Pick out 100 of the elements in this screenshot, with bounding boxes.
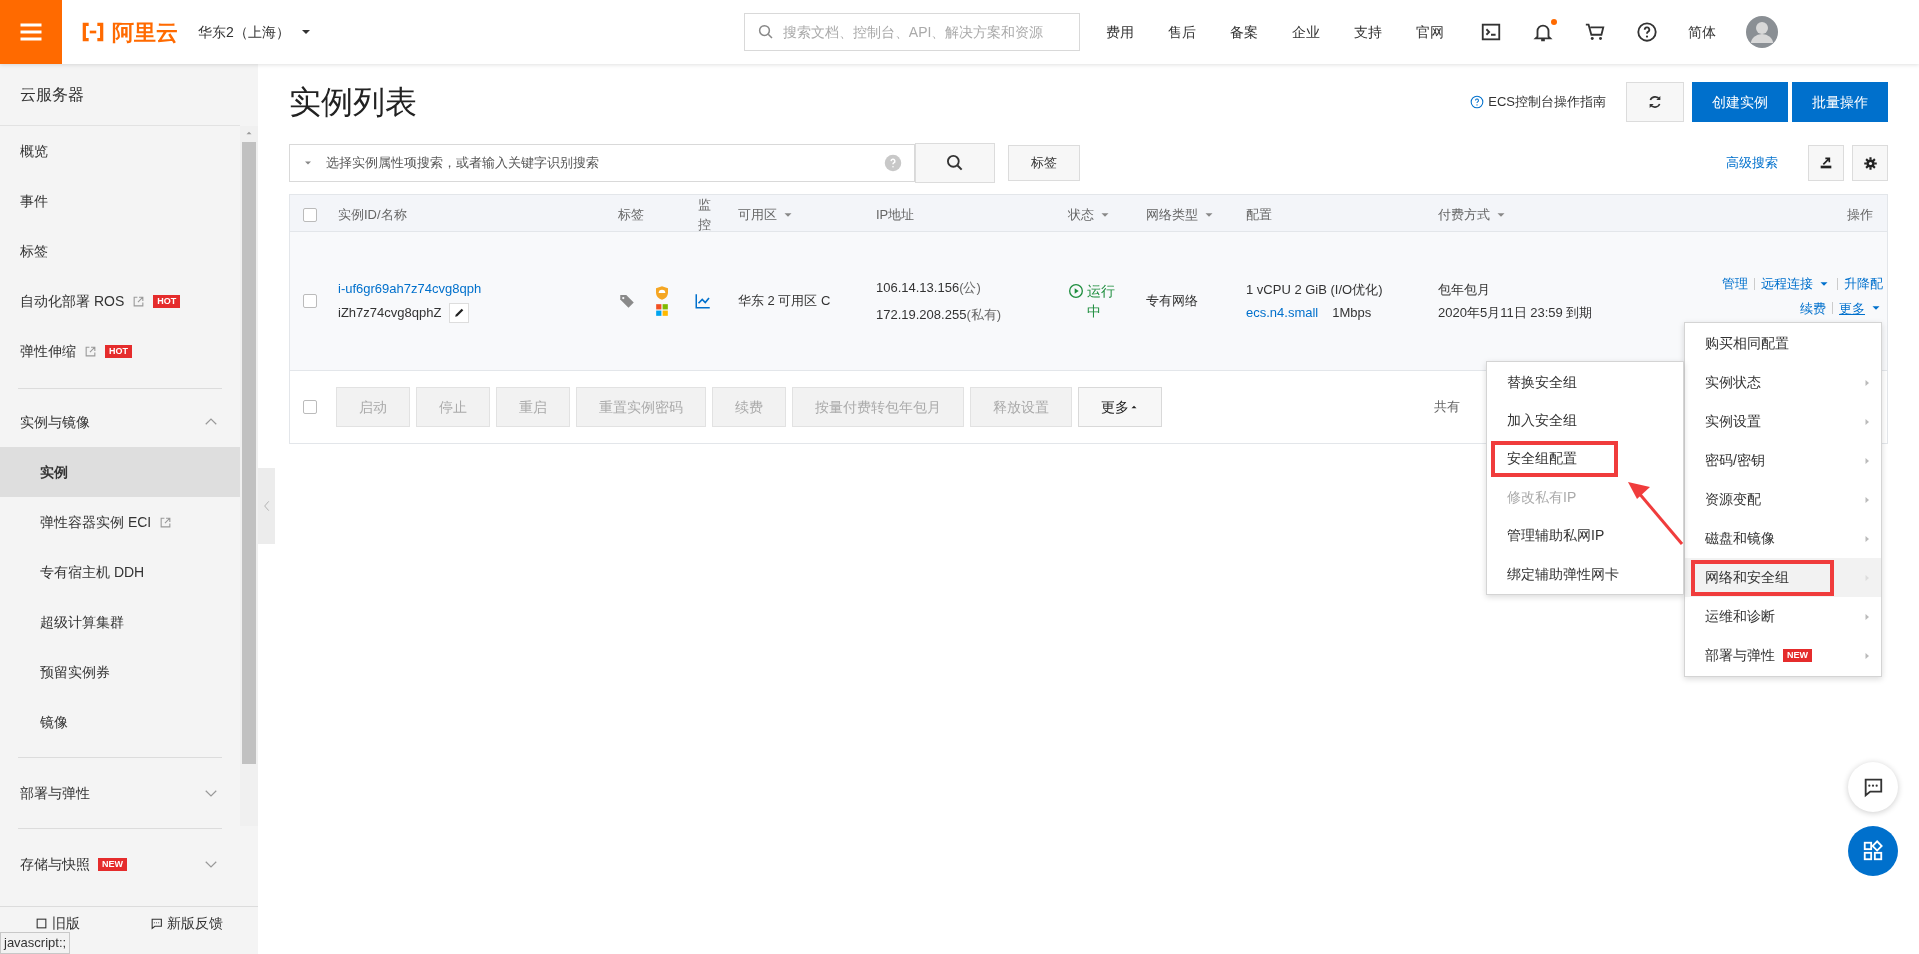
nav-link[interactable]: 官网 xyxy=(1415,21,1444,43)
sidebar-item[interactable]: 自动化部署 ROS HOT xyxy=(0,276,240,326)
menu-item[interactable]: 购买相同配置 xyxy=(1691,325,1803,362)
instance-name: iZh7z74cvg8qphZ xyxy=(338,304,442,322)
cart-icon[interactable] xyxy=(1583,21,1606,43)
chart-icon[interactable] xyxy=(694,292,712,310)
edit-button[interactable] xyxy=(449,302,470,323)
column-header: 配置 xyxy=(1246,205,1272,224)
nav-link[interactable]: 费用 xyxy=(1105,21,1134,43)
nav-link[interactable]: 售后 xyxy=(1167,21,1196,43)
search-input[interactable]: 选择实例属性项搜索，或者输入关键字识别搜索 xyxy=(326,153,872,173)
action-button[interactable]: 更多 xyxy=(1078,387,1162,427)
menu-item[interactable]: 安全组配置 xyxy=(1491,440,1618,477)
chat-button[interactable] xyxy=(1848,762,1898,812)
billing-type: 包年包月 xyxy=(1438,281,1491,299)
sidebar-item[interactable]: 标签 xyxy=(0,226,240,276)
sidebar-item[interactable]: 镜像 xyxy=(0,697,240,747)
badge: HOT xyxy=(105,344,132,358)
sidebar-item[interactable]: 概览 xyxy=(0,126,240,176)
play-status-icon xyxy=(1068,283,1084,299)
sidebar-item[interactable]: 弹性容器实例 ECI xyxy=(0,497,240,547)
sidebar-footer-link[interactable]: 新版反馈 xyxy=(150,913,223,934)
menu-item[interactable]: 绑定辅助弹性网卡 xyxy=(1491,556,1635,593)
menu-item[interactable]: 替换安全组 xyxy=(1491,364,1593,401)
menu-item[interactable]: 实例设置 xyxy=(1691,403,1775,440)
zone-text: 华东 2 可用区 C xyxy=(738,293,831,309)
instance-type-link[interactable]: ecs.n4.small xyxy=(1246,302,1319,322)
menu-item[interactable]: 管理辅助私网IP xyxy=(1491,517,1621,554)
column-header[interactable]: 网络类型 xyxy=(1146,204,1216,225)
advanced-search-link[interactable]: 高级搜索 xyxy=(1726,153,1778,173)
sidebar-item[interactable]: 事件 xyxy=(0,176,240,226)
nav-link[interactable]: 支持 xyxy=(1353,21,1382,43)
checkbox[interactable] xyxy=(303,294,317,308)
primary-button[interactable]: 创建实例 xyxy=(1692,82,1788,122)
apps-button[interactable] xyxy=(1848,826,1898,876)
sidebar-item[interactable]: 实例 xyxy=(0,447,240,497)
search-field[interactable]: 搜索文档、控制台、API、解决方案和资源 xyxy=(743,13,1080,51)
refresh-button[interactable] xyxy=(1626,82,1684,122)
column-header[interactable]: 付费方式 xyxy=(1438,204,1508,225)
window-icon xyxy=(35,917,48,930)
action-link[interactable]: 升降配 xyxy=(1844,274,1883,294)
sidebar-item[interactable]: 超级计算集群 xyxy=(0,597,240,647)
nav-link[interactable]: 企业 xyxy=(1291,21,1320,43)
help-icon xyxy=(1470,95,1485,109)
menu-item[interactable]: 资源变配 xyxy=(1691,481,1775,518)
action-link[interactable]: 续费 xyxy=(1800,298,1826,318)
collapse-handle[interactable] xyxy=(258,468,275,544)
action-link[interactable]: 远程连接 xyxy=(1761,274,1831,294)
tag-button[interactable]: 标签 xyxy=(1008,145,1080,181)
avatar[interactable] xyxy=(1745,16,1778,48)
export-button[interactable] xyxy=(1808,145,1844,181)
sidebar-footer-link[interactable]: 旧版 xyxy=(35,913,80,934)
public-ip: 106.14.13.156(公) xyxy=(876,278,982,297)
sidebar-group[interactable]: 实例与镜像 xyxy=(0,397,240,447)
search-field[interactable]: 选择实例属性项搜索，或者输入关键字识别搜索 xyxy=(289,144,915,182)
menu-item[interactable]: 磁盘和镜像 xyxy=(1691,520,1789,557)
chat-icon xyxy=(150,917,163,930)
search-icon xyxy=(756,23,775,41)
network-type: 专有网络 xyxy=(1146,293,1198,309)
guide-link[interactable]: ECS控制台操作指南 xyxy=(1470,92,1606,112)
column-header[interactable]: 状态 xyxy=(1068,204,1112,225)
status-tooltip: javascript:; xyxy=(0,932,71,954)
menu-item[interactable]: 运维和诊断 xyxy=(1691,598,1789,635)
search-button[interactable] xyxy=(915,143,995,183)
menu-item[interactable]: 密码/密钥 xyxy=(1691,442,1779,479)
sidebar-item[interactable]: 专有宿主机 DDH xyxy=(0,547,240,597)
sidebar-group[interactable]: 部署与弹性 xyxy=(0,768,240,818)
sidebar-title: 云服务器 xyxy=(0,64,240,126)
refresh-icon xyxy=(1647,94,1663,110)
column-header: 实例ID/名称 xyxy=(338,205,407,224)
action-link[interactable]: 更多 xyxy=(1839,298,1883,318)
menu-button[interactable] xyxy=(0,0,62,64)
menu-item[interactable]: 网络和安全组 xyxy=(1691,559,1834,596)
help-icon[interactable] xyxy=(1635,21,1658,43)
action-link[interactable]: 管理 xyxy=(1722,274,1748,294)
checkbox[interactable] xyxy=(303,207,317,222)
search-input[interactable]: 搜索文档、控制台、API、解决方案和资源 xyxy=(782,21,1067,43)
menu-item[interactable]: 加入安全组 xyxy=(1491,402,1593,439)
badge: HOT xyxy=(153,294,181,308)
sidebar-group[interactable]: 存储与快照 NEW xyxy=(0,839,240,889)
menu-item[interactable]: 部署与弹性 NEW xyxy=(1691,637,1826,674)
sidebar-item[interactable]: 预留实例券 xyxy=(0,647,240,697)
terminal-icon[interactable] xyxy=(1479,21,1502,43)
primary-button[interactable]: 批量操作 xyxy=(1792,82,1888,122)
nav-link[interactable]: 备案 xyxy=(1229,21,1258,43)
language-link[interactable]: 简体 xyxy=(1687,21,1716,43)
column-header[interactable]: 可用区 xyxy=(738,204,795,225)
sidebar-item[interactable]: 弹性伸缩 HOT xyxy=(0,326,240,376)
instance-id-link[interactable]: i-uf6gr69ah7z74cvg8qph xyxy=(338,279,482,299)
checkbox[interactable] xyxy=(303,400,317,414)
settings-button[interactable] xyxy=(1852,145,1888,181)
menu-item[interactable]: 实例状态 xyxy=(1691,364,1775,401)
logo-text: 阿里云 xyxy=(112,18,178,47)
scrollbar[interactable] xyxy=(240,126,258,826)
region-selector[interactable]: 华东2（上海） xyxy=(198,21,314,43)
total-count: 共有 xyxy=(1434,398,1460,417)
windows-icon xyxy=(655,303,669,317)
tag-icon[interactable] xyxy=(618,292,636,310)
badge: NEW xyxy=(98,857,127,871)
spec-text: 1 vCPU 2 GiB (I/O优化) xyxy=(1246,281,1384,299)
